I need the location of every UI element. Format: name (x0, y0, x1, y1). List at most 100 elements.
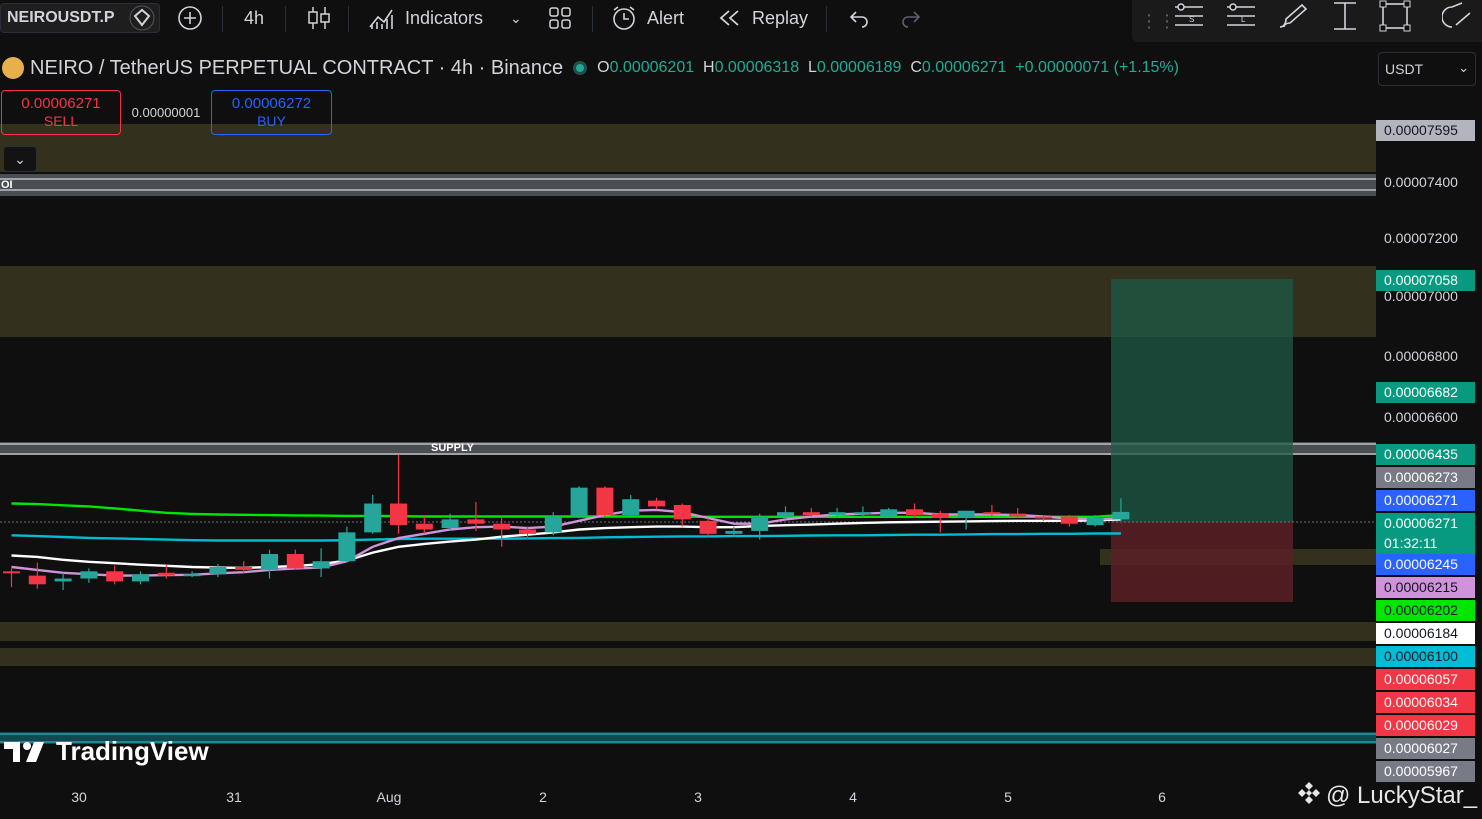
price-tag: 0.00006273 (1376, 467, 1475, 488)
collapse-legend-button[interactable]: ⌄ (3, 146, 37, 172)
favorite-icon[interactable] (128, 3, 156, 33)
candle-type-icon[interactable] (307, 3, 331, 33)
candle-body (3, 571, 20, 574)
drag-handle-icon[interactable]: ⋮⋮ (1140, 6, 1176, 36)
candle-body (802, 512, 820, 516)
tradingview-logo[interactable]: TradingView (4, 736, 209, 767)
price-tick: 0.00007200 (1384, 230, 1458, 246)
sell-label: SELL (43, 113, 79, 129)
candle-body (1009, 513, 1027, 517)
svg-text:S: S (1189, 15, 1194, 24)
supply-label: SUPPLY (431, 442, 475, 454)
rectangle-icon[interactable] (1378, 0, 1412, 32)
candle-body (519, 529, 536, 534)
time-tick: 4 (849, 789, 857, 805)
candle-body (235, 566, 253, 570)
undo-icon[interactable] (848, 3, 870, 33)
candle-body (648, 500, 665, 507)
long-position-icon[interactable]: S (1172, 1, 1206, 31)
price-tag: 0.00006100 (1376, 646, 1475, 667)
candle-body (1035, 516, 1052, 519)
candle-body (931, 513, 949, 518)
interval-button[interactable]: 4h (244, 3, 264, 33)
price-tick: 0.00007400 (1384, 174, 1458, 190)
candle-body (673, 504, 691, 520)
measure-icon[interactable] (1328, 1, 1362, 31)
candle-body (983, 512, 1001, 515)
candle-body (28, 575, 46, 585)
buy-button[interactable]: 0.00006272 BUY (211, 90, 332, 135)
candle-body (906, 509, 923, 516)
time-tick: 3 (694, 789, 702, 805)
demand-zone-2 (0, 648, 1376, 666)
coin-logo-icon (2, 57, 24, 79)
time-tick: 30 (71, 789, 87, 805)
indicators-button[interactable]: Indicators (368, 3, 483, 33)
price-tag: 0.00006057 (1376, 669, 1475, 690)
price-tag: 0.00007595 (1376, 120, 1475, 141)
candle-body (493, 523, 511, 530)
price-tag: 0.00006271 01:32:11 (1376, 513, 1475, 554)
change-value: +0.00000071 (+1.15%) (1015, 59, 1179, 76)
add-symbol-icon[interactable] (176, 3, 204, 33)
candle-body (54, 578, 72, 582)
magnet-icon[interactable] (1442, 1, 1476, 31)
buy-price: 0.00006272 (231, 95, 312, 112)
alert-label: Alert (647, 7, 685, 28)
spread-value: 0.00000001 (131, 105, 201, 120)
countdown-timer: 01:32:11 (1384, 535, 1438, 551)
tradingview-brand-text: TradingView (56, 736, 209, 766)
price-tag: 0.00005967 (1376, 761, 1475, 782)
watermark-text: @ LuckyStar_ (1326, 781, 1478, 809)
price-tag: 0.00006271 (1376, 490, 1475, 511)
binance-logo-icon (1296, 780, 1322, 813)
candle-body (725, 530, 743, 534)
take-profit-area (1111, 279, 1293, 522)
candle-body (1060, 516, 1078, 524)
candle-body (157, 572, 175, 576)
open-key: O (597, 59, 610, 76)
short-position-icon[interactable]: L (1224, 1, 1258, 31)
indicators-icon (369, 9, 393, 29)
candle-body (80, 571, 98, 579)
market-status-icon[interactable] (573, 61, 588, 75)
symbol-title[interactable]: NEIRO / TetherUS PERPETUAL CONTRACT · 4h… (30, 57, 563, 80)
candle-body (570, 487, 588, 517)
price-tag: 0.00007058 (1376, 270, 1475, 291)
brush-icon[interactable] (1276, 1, 1310, 31)
price-tag: 0.00006029 (1376, 715, 1475, 736)
price-tag: 0.00006215 (1376, 577, 1475, 598)
watermark: @ LuckyStar_ (1296, 780, 1477, 813)
sell-button[interactable]: 0.00006271 SELL (1, 90, 121, 135)
candle-body (854, 512, 872, 515)
currency-select[interactable]: USDT ⌄ (1378, 52, 1476, 86)
low-value: 0.00006189 (816, 59, 902, 76)
redo-icon[interactable] (900, 3, 922, 33)
candle-body (261, 554, 278, 570)
candle-body (312, 561, 330, 569)
symbol-legend: NEIRO / TetherUS PERPETUAL CONTRACT · 4h… (0, 55, 1179, 81)
support-line-top (0, 733, 1376, 735)
candle-body (699, 520, 717, 534)
time-tick: Aug (376, 789, 402, 805)
trading-chart-window: { "toolbar": { "symbol": "NEIROUSDT.P", … (0, 0, 1482, 819)
candle-body (777, 512, 794, 517)
oi-band (0, 174, 1376, 196)
price-chart[interactable] (0, 0, 1376, 819)
oi-line-bottom (0, 189, 1376, 191)
price-tag: 0.00006682 (1376, 382, 1475, 403)
layout-grid-icon[interactable] (548, 3, 572, 33)
candle-body (390, 503, 407, 526)
candle-body (880, 509, 898, 517)
oi-label: OI (1, 179, 13, 191)
candle-body (415, 523, 433, 530)
currency-label: USDT (1385, 61, 1424, 77)
replay-button[interactable]: Replay (718, 3, 808, 33)
candle-body (828, 512, 846, 516)
time-tick: 6 (1158, 789, 1166, 805)
chevron-down-icon[interactable]: ⌄ (510, 3, 522, 33)
alert-button[interactable]: Alert (610, 3, 684, 33)
time-tick: 31 (226, 789, 242, 805)
oi-line-top (0, 178, 1376, 180)
candle-body (209, 566, 227, 575)
